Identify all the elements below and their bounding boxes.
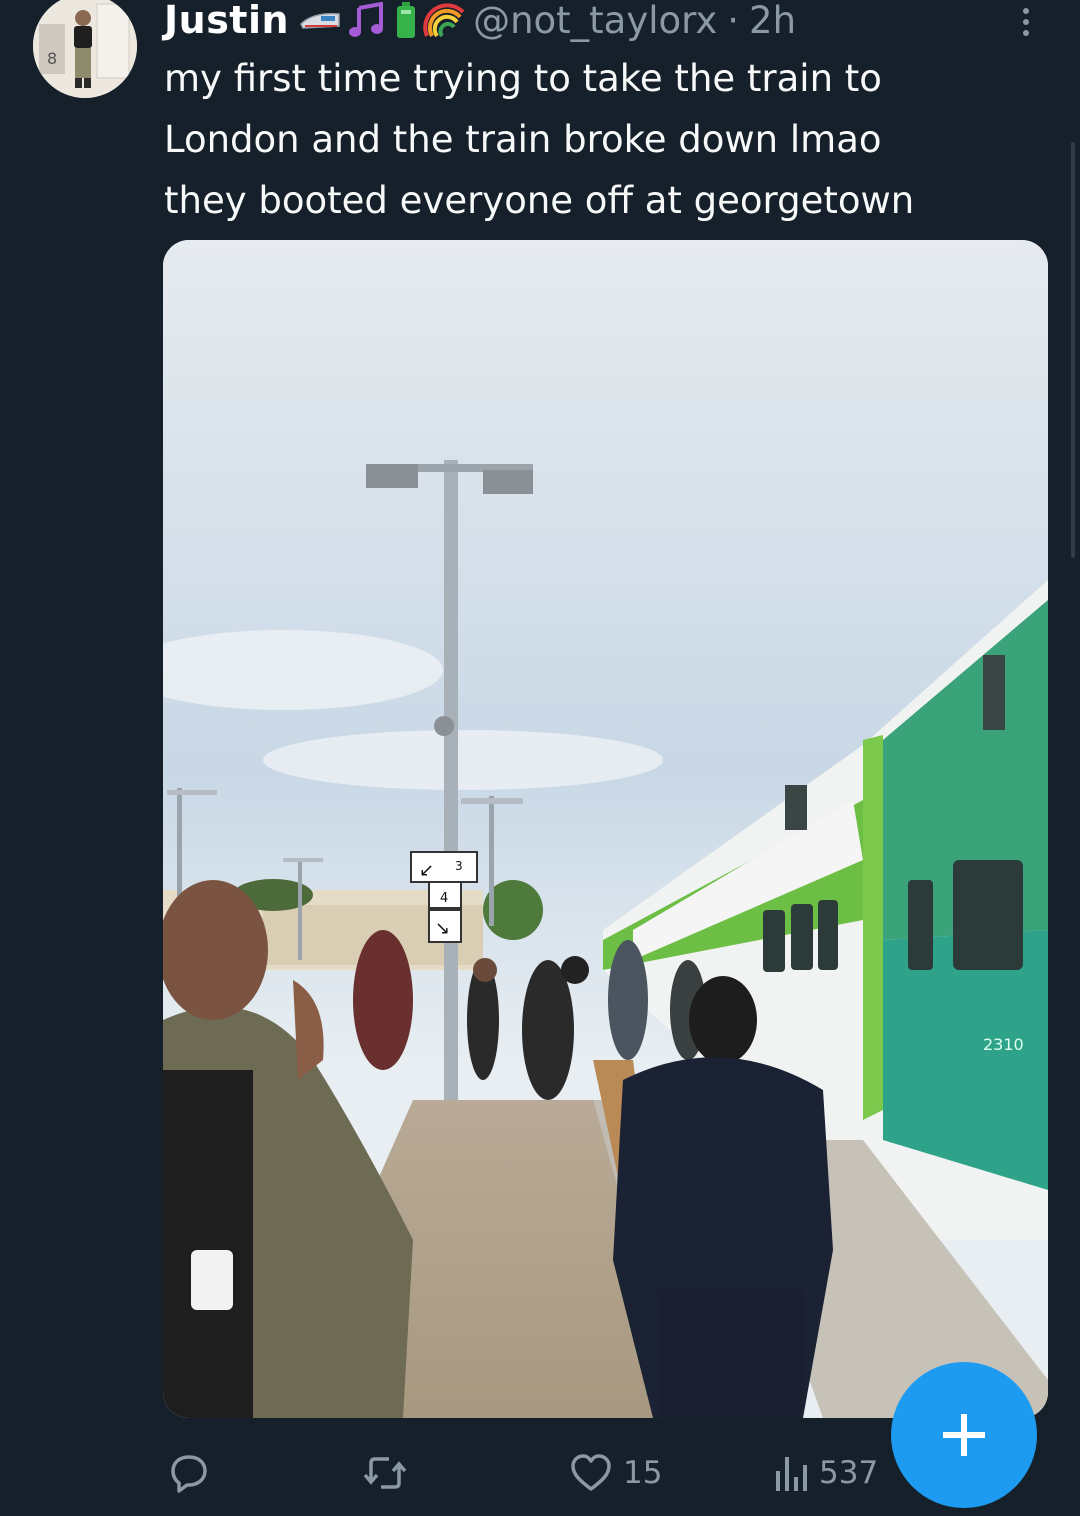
svg-text:↙: ↙ (419, 860, 434, 881)
rainbow-icon (423, 3, 465, 38)
reply-button[interactable] (167, 1440, 221, 1506)
tweet-actions: 15 537 (163, 1440, 923, 1506)
more-dot-icon (1023, 30, 1029, 36)
tweet-time[interactable]: 2h (749, 0, 796, 42)
more-dot-icon (1023, 8, 1029, 14)
retweet-icon (363, 1457, 407, 1489)
avatar-photo: 8 (33, 0, 137, 98)
scrollbar[interactable] (1071, 142, 1075, 558)
views-count: 537 (819, 1455, 879, 1491)
author-handle[interactable]: @not_taylorx (473, 0, 717, 42)
train-emoji-icon (300, 12, 340, 29)
tweet-text-line: they booted everyone off at georgetown (164, 179, 915, 222)
views-button[interactable]: 537 (773, 1440, 878, 1506)
battery-icon (397, 2, 416, 38)
compose-tweet-button[interactable] (891, 1362, 1037, 1508)
avatar[interactable]: 8 (33, 0, 137, 98)
svg-text:↘: ↘ (435, 918, 450, 939)
plus-icon (943, 1414, 985, 1456)
heart-icon (571, 1454, 611, 1491)
views-chart-icon (776, 1457, 807, 1491)
train-platform-photo: 2310 ↙ 3 4 ↘ (163, 240, 1048, 1418)
platform-3-sign: 3 (455, 859, 463, 873)
platform-4-sign: 4 (440, 891, 448, 906)
music-notes-icon (349, 2, 384, 37)
tweet-text-line: London and the train broke down lmao (164, 118, 882, 161)
dot-separator: · (727, 0, 740, 42)
like-button[interactable]: 15 (569, 1440, 662, 1506)
svg-text:8: 8 (47, 49, 57, 68)
more-options-button[interactable] (1012, 4, 1040, 42)
tweet-header: Justin @not_taylorx · 2h (164, 0, 796, 44)
reply-icon (171, 1455, 207, 1493)
author-name[interactable]: Justin (164, 0, 289, 42)
tweet-text-line: my first time trying to take the train t… (164, 57, 882, 100)
more-dot-icon (1023, 19, 1029, 25)
retweet-button[interactable] (361, 1440, 419, 1506)
car-number: 2310 (983, 1035, 1024, 1054)
name-emojis (299, 2, 465, 38)
tweet-text: my first time trying to take the train t… (164, 48, 1044, 231)
tweet-photo[interactable]: 2310 ↙ 3 4 ↘ (163, 240, 1048, 1418)
like-count: 15 (623, 1455, 663, 1491)
